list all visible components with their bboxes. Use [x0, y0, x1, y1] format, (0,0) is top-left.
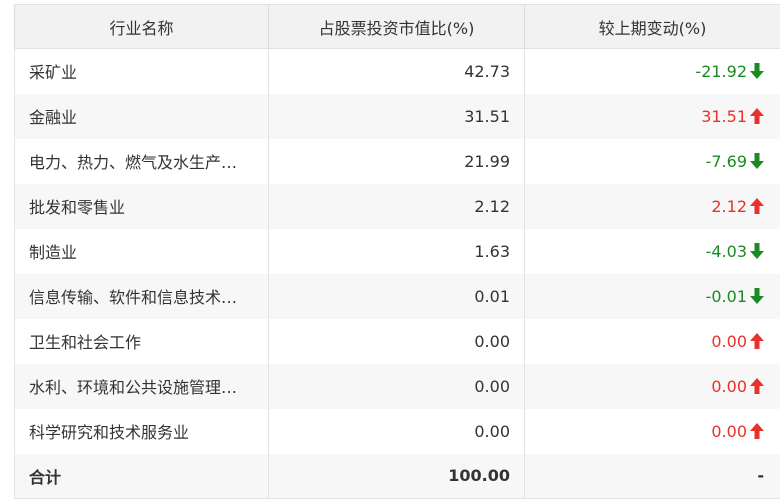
market-value-ratio-cell: 2.12	[268, 183, 525, 229]
industry-name-cell: 电力、热力、燃气及水生产…	[14, 138, 269, 184]
header-industry-name[interactable]: 行业名称	[14, 4, 269, 49]
arrow-down-icon	[750, 152, 764, 169]
industry-name-cell: 制造业	[14, 228, 269, 274]
arrow-up-icon	[750, 377, 764, 394]
change-value: 0.00	[711, 331, 747, 351]
table-row[interactable]: 采矿业 42.73 -21.92	[14, 48, 780, 94]
change-value: -0.01	[705, 286, 747, 306]
arrow-down-icon	[750, 287, 764, 304]
table-header-row: 行业名称 占股票投资市值比(%) 较上期变动(%)	[14, 4, 780, 49]
total-ratio: 100.00	[268, 453, 525, 499]
industry-allocation-table: 行业名称 占股票投资市值比(%) 较上期变动(%) 采矿业 42.73 -21.92…	[14, 4, 780, 499]
table-row[interactable]: 科学研究和技术服务业 0.00 0.00	[14, 408, 780, 454]
market-value-ratio-cell: 0.01	[268, 273, 525, 319]
arrow-up-icon	[750, 332, 764, 349]
table-row[interactable]: 信息传输、软件和信息技术… 0.01 -0.01	[14, 273, 780, 319]
table-body: 采矿业 42.73 -21.92 金融业 31.51 31.51 电力、热力、燃气及水生产……	[14, 48, 780, 499]
change-value: 31.51	[701, 106, 747, 126]
market-value-ratio-cell: 31.51	[268, 93, 525, 139]
market-value-ratio-cell: 21.99	[268, 138, 525, 184]
change-cell: 2.12	[524, 183, 780, 229]
change-value: -21.92	[695, 61, 747, 81]
market-value-ratio-cell: 0.00	[268, 408, 525, 454]
total-row: 合计 100.00-	[14, 453, 780, 499]
change-value: 2.12	[711, 196, 747, 216]
industry-name-cell: 信息传输、软件和信息技术…	[14, 273, 269, 319]
change-cell: -7.69	[524, 138, 780, 184]
industry-name-cell: 卫生和社会工作	[14, 318, 269, 364]
change-cell: -0.01	[524, 273, 780, 319]
table-row[interactable]: 水利、环境和公共设施管理… 0.00 0.00	[14, 363, 780, 409]
table-row[interactable]: 金融业 31.51 31.51	[14, 93, 780, 139]
total-change: -	[524, 453, 780, 499]
arrow-down-icon	[750, 62, 764, 79]
arrow-up-icon	[750, 422, 764, 439]
change-value: 0.00	[711, 421, 747, 441]
header-market-value-ratio[interactable]: 占股票投资市值比(%)	[268, 4, 525, 49]
arrow-up-icon	[750, 107, 764, 124]
change-cell: -4.03	[524, 228, 780, 274]
market-value-ratio-cell: 1.63	[268, 228, 525, 274]
table-row[interactable]: 电力、热力、燃气及水生产… 21.99 -7.69	[14, 138, 780, 184]
total-label: 合计	[14, 453, 269, 499]
change-value: 0.00	[711, 376, 747, 396]
table-row[interactable]: 制造业 1.63 -4.03	[14, 228, 780, 274]
market-value-ratio-cell: 0.00	[268, 363, 525, 409]
change-cell: 0.00	[524, 318, 780, 364]
change-cell: 0.00	[524, 363, 780, 409]
table-row[interactable]: 卫生和社会工作 0.00 0.00	[14, 318, 780, 364]
change-value: -7.69	[705, 151, 747, 171]
industry-name-cell: 批发和零售业	[14, 183, 269, 229]
arrow-down-icon	[750, 242, 764, 259]
table-header: 行业名称 占股票投资市值比(%) 较上期变动(%)	[14, 4, 780, 49]
table-row[interactable]: 批发和零售业 2.12 2.12	[14, 183, 780, 229]
industry-name-cell: 采矿业	[14, 48, 269, 94]
change-cell: -21.92	[524, 48, 780, 94]
change-cell: 31.51	[524, 93, 780, 139]
industry-name-cell: 水利、环境和公共设施管理…	[14, 363, 269, 409]
industry-name-cell: 金融业	[14, 93, 269, 139]
change-value: -4.03	[705, 241, 747, 261]
change-cell: 0.00	[524, 408, 780, 454]
market-value-ratio-cell: 0.00	[268, 318, 525, 364]
header-change-vs-previous[interactable]: 较上期变动(%)	[524, 4, 780, 49]
market-value-ratio-cell: 42.73	[268, 48, 525, 94]
industry-name-cell: 科学研究和技术服务业	[14, 408, 269, 454]
arrow-up-icon	[750, 197, 764, 214]
